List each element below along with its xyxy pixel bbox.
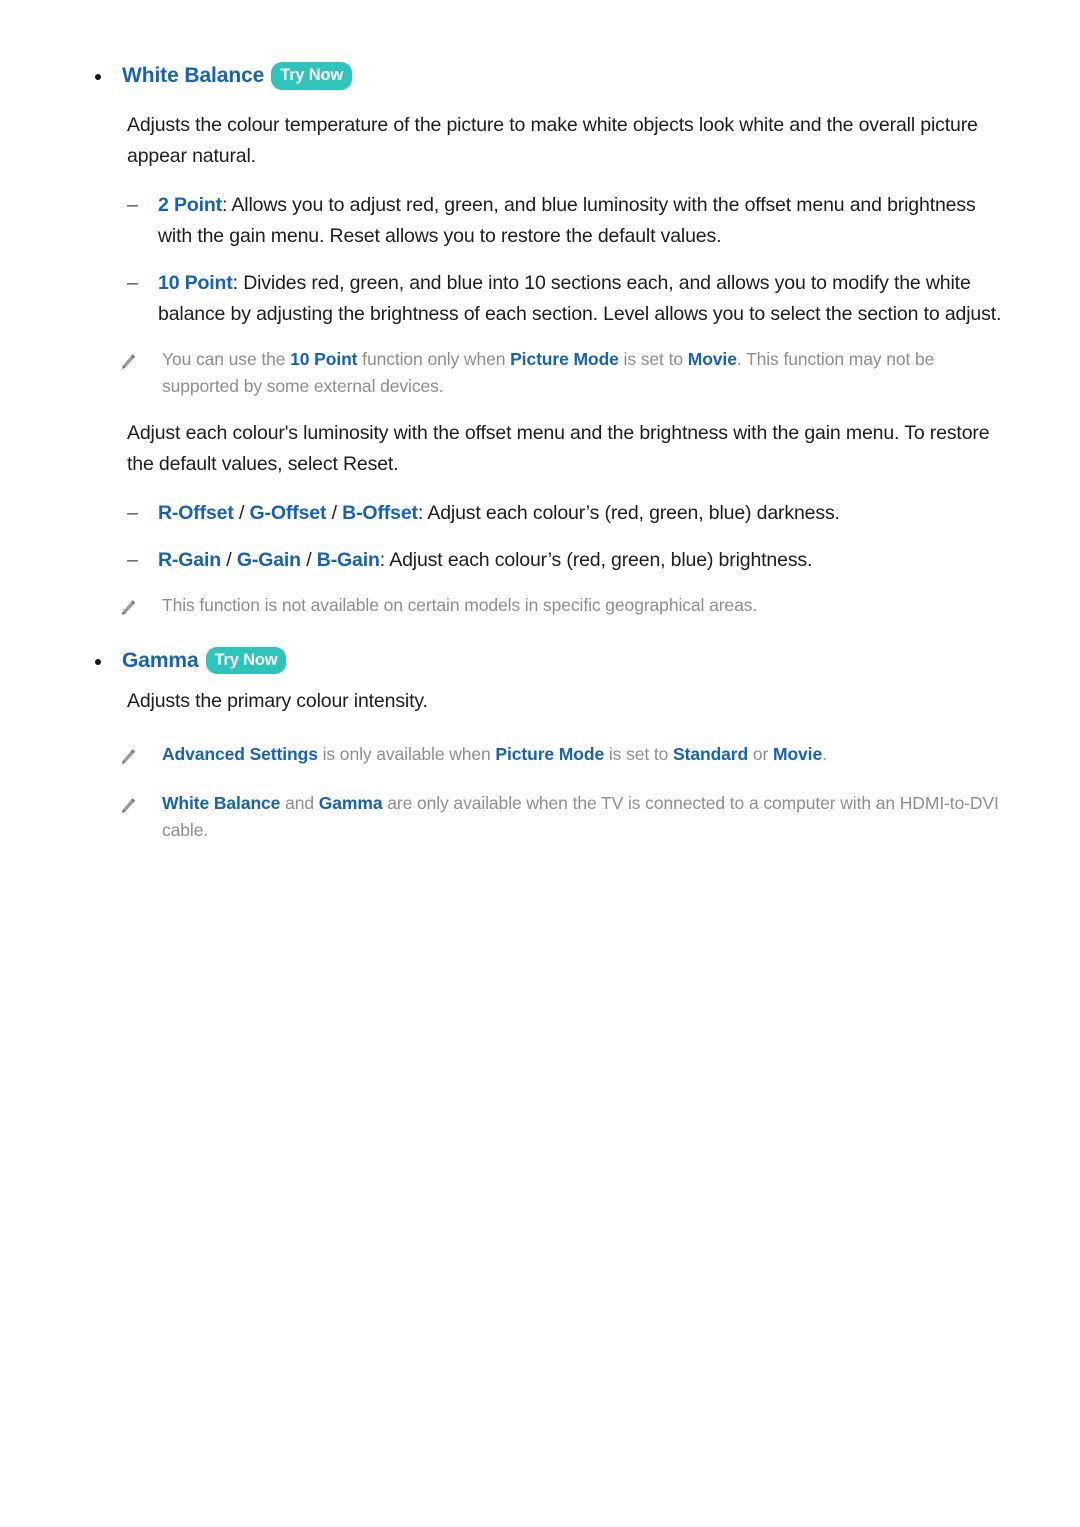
en-dash-icon: –: [127, 271, 138, 294]
term-picture-mode: Picture Mode: [510, 348, 619, 369]
note-part-4: .: [822, 744, 827, 764]
section-heading-white-balance: White Balance Try Now: [95, 62, 1080, 92]
note-advanced-settings-body: Advanced Settings is only available when…: [162, 741, 827, 768]
try-now-badge-white-balance[interactable]: Try Now: [271, 62, 353, 90]
paragraph-white-balance-intro: Adjusts the colour temperature of the pi…: [127, 113, 978, 167]
note-10-point-body: You can use the 10 Point function only w…: [162, 346, 1012, 400]
en-dash-icon: –: [127, 501, 138, 524]
term-movie: Movie: [772, 744, 823, 764]
list-item-10-point: – 10 Point: Divides red, green, and blue…: [127, 268, 1012, 330]
list-item-offset-body: R-Offset / G-Offset / B-Offset: Adjust e…: [158, 498, 840, 529]
note-advanced-settings: Advanced Settings is only available when…: [118, 741, 1012, 768]
note-part-1: and: [280, 793, 319, 813]
list-item-2-point-text: : Allows you to adjust red, green, and b…: [158, 193, 976, 247]
page-content: White Balance Try Now Adjusts the colour …: [0, 0, 1080, 844]
separator-1: /: [221, 548, 237, 571]
pencil-icon: [118, 796, 138, 816]
note-hdmi-dvi-body: White Balance and Gamma are only availab…: [162, 790, 1012, 844]
list-item-2-point-body: 2 Point: Allows you to adjust red, green…: [158, 190, 1012, 252]
pencil-icon: [118, 598, 138, 618]
term-r-offset: R-Offset: [158, 501, 234, 524]
try-now-badge-gamma[interactable]: Try Now: [205, 646, 287, 674]
list-item-offset: – R-Offset / G-Offset / B-Offset: Adjust…: [127, 498, 1012, 529]
note-part-3: is set to: [618, 348, 688, 369]
separator-2: /: [300, 548, 317, 571]
section-heading-gamma: Gamma Try Now: [95, 646, 1080, 677]
note-model-availability-body: This function is not available on certai…: [162, 594, 758, 615]
paragraph-adjust-luminosity: Adjust each colour's luminosity with the…: [127, 421, 990, 475]
bullet-dot-icon: [95, 74, 101, 80]
note-part-1: is only available when: [317, 744, 496, 764]
term-r-gain: R-Gain: [158, 548, 222, 571]
document-page: White Balance Try Now Adjusts the colour …: [0, 0, 1080, 1527]
en-dash-icon: –: [127, 193, 138, 216]
term-white-balance: White Balance: [162, 793, 281, 813]
note-part-2: function only when: [357, 348, 511, 369]
note-hdmi-dvi: White Balance and Gamma are only availab…: [118, 790, 1012, 844]
heading-label: Gamma: [122, 648, 199, 672]
term-standard: Standard: [673, 744, 749, 764]
term-10-point: 10 Point: [158, 271, 233, 294]
term-advanced-settings: Advanced Settings: [162, 744, 318, 764]
pencil-icon: [118, 352, 138, 372]
heading-label: White Balance: [122, 64, 265, 87]
en-dash-icon: –: [127, 548, 138, 571]
list-item-10-point-body: 10 Point: Divides red, green, and blue i…: [158, 268, 1012, 330]
separator-2: /: [326, 501, 343, 524]
term-10-point: 10 Point: [290, 348, 358, 369]
term-movie: Movie: [687, 348, 737, 369]
note-part-2: is set to: [604, 744, 674, 764]
term-b-gain: B-Gain: [316, 548, 380, 571]
term-gamma: Gamma: [318, 793, 383, 813]
term-g-gain: G-Gain: [236, 548, 301, 571]
list-item-10-point-text: : Divides red, green, and blue into 10 s…: [158, 271, 1002, 325]
term-g-offset: G-Offset: [249, 501, 327, 524]
term-b-offset: B-Offset: [342, 501, 418, 524]
heading-text-gamma: Gamma Try Now: [122, 646, 287, 677]
term-2-point: 2 Point: [158, 193, 222, 216]
list-item-2-point: – 2 Point: Allows you to adjust red, gre…: [127, 190, 1012, 252]
paragraph-gamma-intro: Adjusts the primary colour intensity.: [127, 690, 428, 712]
list-item-offset-text: : Adjust each colour’s (red, green, blue…: [417, 501, 840, 524]
pencil-icon: [118, 747, 138, 767]
list-item-gain-text: : Adjust each colour’s (red, green, blue…: [379, 548, 813, 571]
separator-1: /: [233, 501, 250, 524]
term-picture-mode: Picture Mode: [495, 744, 605, 764]
bullet-dot-icon: [95, 658, 101, 665]
heading-text-white-balance: White Balance Try Now: [122, 62, 353, 92]
note-model-availability: This function is not available on certai…: [118, 592, 1012, 619]
list-item-gain-body: R-Gain / G-Gain / B-Gain: Adjust each co…: [158, 545, 812, 576]
note-part-3: or: [748, 744, 773, 764]
note-10-point-availability: You can use the 10 Point function only w…: [118, 346, 1012, 400]
list-item-gain: – R-Gain / G-Gain / B-Gain: Adjust each …: [127, 545, 1012, 576]
note-part-1: You can use the: [162, 348, 291, 369]
